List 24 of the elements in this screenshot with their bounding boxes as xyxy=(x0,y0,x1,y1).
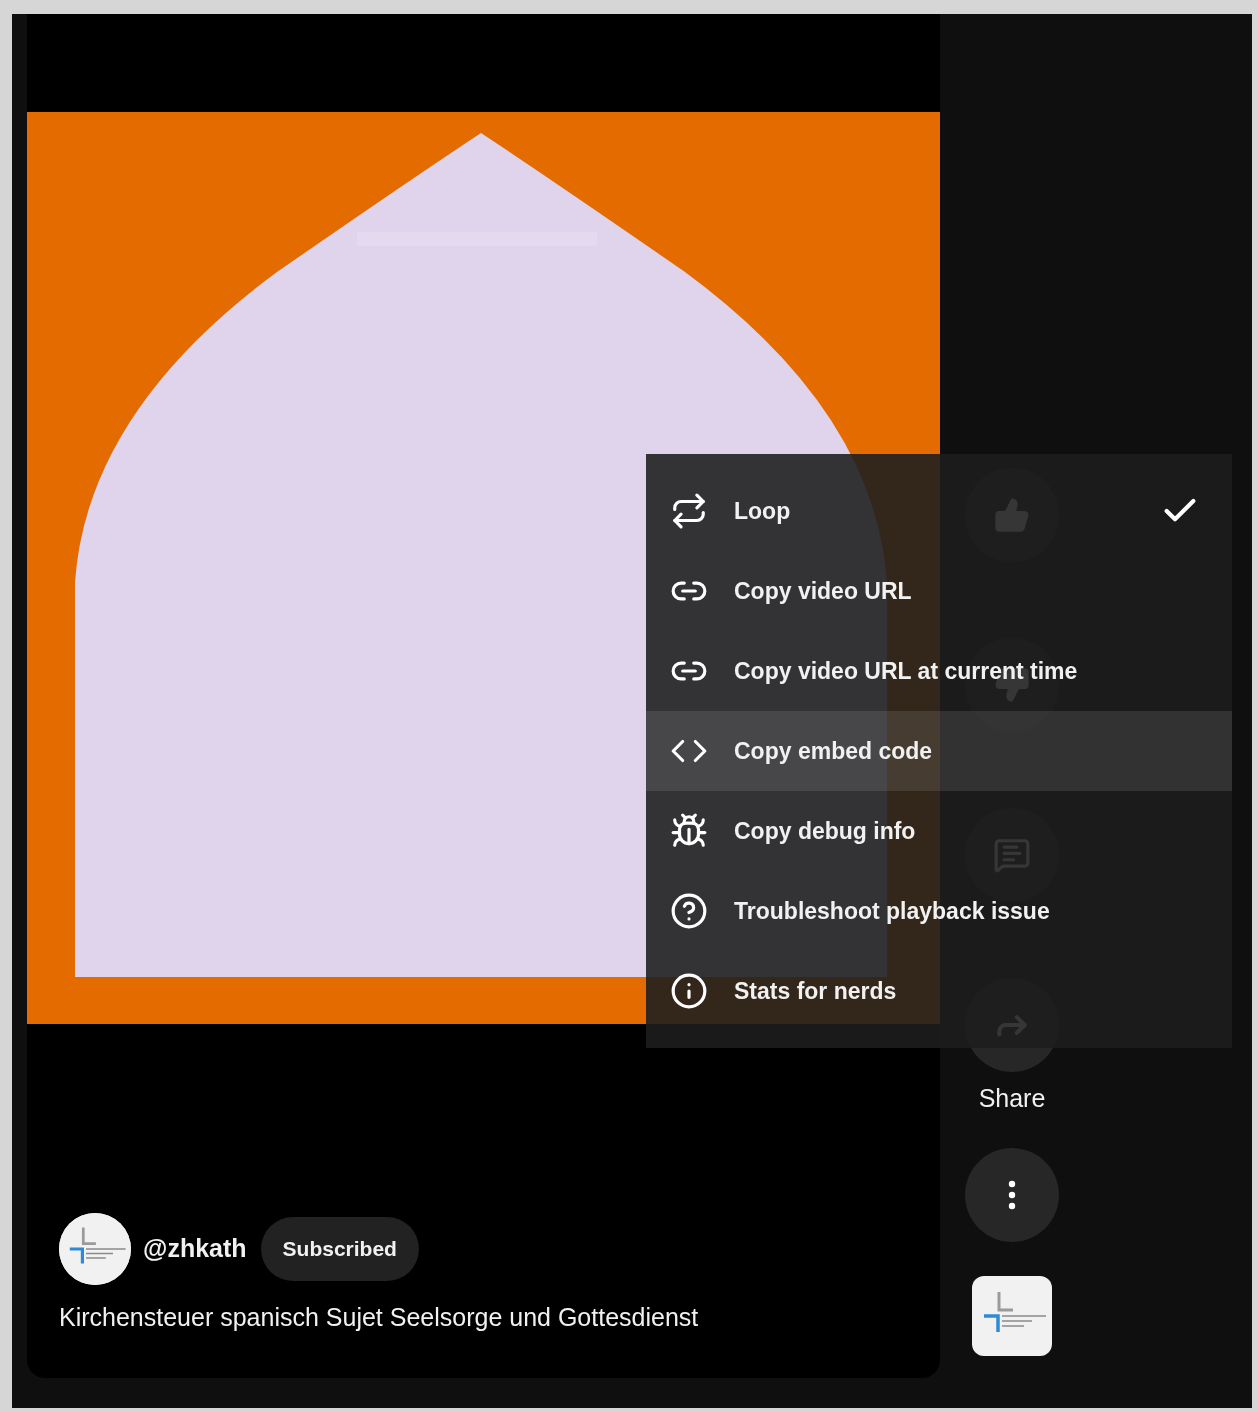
menu-item[interactable]: Copy embed code xyxy=(646,711,1232,791)
menu-item-label: Copy video URL xyxy=(734,576,913,606)
menu-item-label: Troubleshoot playback issue xyxy=(734,896,1051,926)
menu-item-label: Copy debug info xyxy=(734,816,917,846)
menu-item[interactable]: Stats for nerds xyxy=(646,951,1232,1031)
menu-item-label: Loop xyxy=(734,496,792,526)
menu-item[interactable]: Copy debug info xyxy=(646,791,1232,871)
menu-item-label: Copy video URL at current time xyxy=(734,656,1079,686)
menu-item[interactable]: Loop xyxy=(646,471,1232,551)
help-icon xyxy=(670,892,708,930)
menu-item[interactable]: Copy video URL at current time xyxy=(646,631,1232,711)
video-title: Kirchensteuer spanisch Sujet Seelsorge und Gottesdienst xyxy=(58,1302,700,1333)
menu-item-label: Copy embed code xyxy=(734,736,934,766)
channel-handle[interactable]: @zhkath xyxy=(143,1230,247,1268)
more-icon xyxy=(1008,1180,1016,1210)
action-label: Share xyxy=(978,1083,1046,1114)
repeat-icon xyxy=(670,492,708,530)
bug-icon xyxy=(670,812,708,850)
menu-item-label: Stats for nerds xyxy=(734,976,898,1006)
subscribed-button[interactable]: Subscribed xyxy=(260,1217,419,1281)
channel-logo[interactable] xyxy=(972,1276,1052,1356)
menu-item[interactable]: Copy video URL xyxy=(646,551,1232,631)
menu-item[interactable]: Troubleshoot playback issue xyxy=(646,871,1232,951)
info-icon xyxy=(670,972,708,1010)
